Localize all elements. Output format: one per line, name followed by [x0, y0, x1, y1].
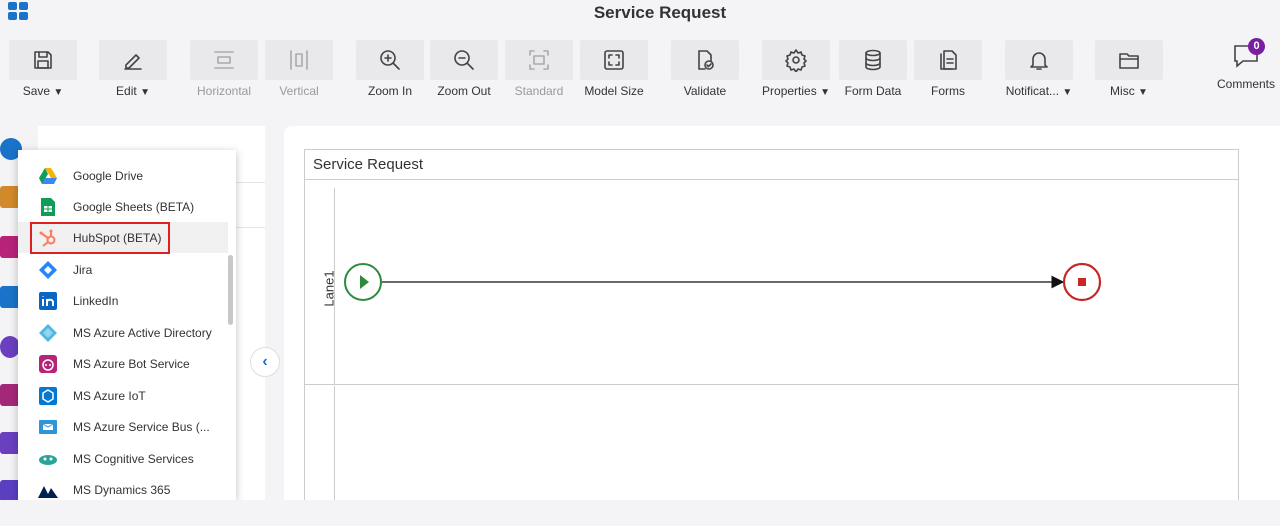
properties-label: Properties: [762, 84, 817, 98]
dropdown-item-label: Google Sheets (BETA): [73, 199, 195, 214]
misc-button[interactable]: Misc ▼: [1094, 40, 1164, 104]
dropdown-scrollbar[interactable]: [228, 255, 233, 325]
pool: Service Request Lane1: [304, 149, 1239, 509]
collapse-panel-button[interactable]: ‹: [250, 347, 280, 377]
dropdown-item-label: MS Dynamics 365: [73, 482, 171, 497]
save-label: Save: [22, 84, 51, 98]
comments-count-badge: 0: [1248, 38, 1265, 55]
standard-size-icon: [529, 50, 549, 70]
notifications-label: Notificat...: [1005, 84, 1060, 98]
chat-icon[interactable]: [0, 432, 20, 454]
horizontal-label: Horizontal: [196, 84, 252, 98]
horizontal-button[interactable]: Horizontal: [189, 40, 259, 104]
dropdown-item-label: MS Azure IoT: [73, 388, 146, 403]
gear-icon: [785, 49, 807, 72]
azure-ad-icon: [38, 323, 58, 343]
bell-icon: [1030, 52, 1048, 70]
validate-button[interactable]: Validate: [670, 40, 740, 104]
misc-label: Misc: [1110, 84, 1135, 98]
zoom-out-label: Zoom Out: [437, 84, 491, 98]
jira-icon: [38, 260, 58, 280]
chevron-down-icon: ▼: [820, 87, 830, 98]
form-data-label: Form Data: [844, 84, 902, 98]
validate-label: Validate: [683, 84, 727, 98]
save-button[interactable]: Save ▼: [8, 40, 78, 104]
model-size-label: Model Size: [584, 84, 644, 98]
tool-icon[interactable]: [0, 236, 20, 258]
dropdown-item-label: MS Azure Service Bus (...: [73, 419, 210, 434]
pencil-icon: [124, 54, 142, 70]
dropdown-item-label: MS Azure Active Directory: [73, 325, 212, 340]
notifications-button[interactable]: Notificat... ▼: [1002, 40, 1076, 104]
google-sheets-icon: [38, 197, 58, 217]
dropdown-item-label: MS Cognitive Services: [73, 451, 194, 466]
fit-screen-icon: [604, 50, 624, 70]
star-icon[interactable]: [0, 186, 20, 208]
chevron-down-icon: ▼: [140, 87, 150, 98]
connector-dropdown: Google Drive Google Sheets (BETA) HubSpo…: [18, 150, 236, 500]
dropdown-item-linkedin[interactable]: LinkedIn: [18, 285, 228, 316]
linkedin-icon: [38, 291, 58, 311]
dropdown-item-azure-bot[interactable]: MS Azure Bot Service: [18, 348, 228, 379]
edit-button[interactable]: Edit ▼: [98, 40, 168, 104]
azure-iot-icon: [38, 386, 58, 406]
horizontal-layout-icon: [214, 51, 234, 69]
database-icon: [865, 49, 881, 71]
dropdown-item-label: Jira: [73, 262, 93, 277]
document-icon[interactable]: [0, 384, 20, 406]
dropdown-item-azure-iot[interactable]: MS Azure IoT: [18, 380, 228, 411]
toolbar: Save ▼ Edit ▼ Horizontal Vertical Zoom I…: [0, 30, 1280, 104]
dropdown-item-google-drive[interactable]: Google Drive: [18, 160, 228, 191]
google-drive-icon: [38, 166, 58, 186]
folder-icon: [1119, 53, 1139, 69]
dropdown-item-azure-service-bus[interactable]: MS Azure Service Bus (...: [18, 411, 228, 442]
forms-label: Forms: [931, 84, 965, 98]
dropdown-item-label: LinkedIn: [73, 293, 119, 308]
dropdown-item-google-sheets[interactable]: Google Sheets (BETA): [18, 191, 228, 222]
zoom-in-button[interactable]: Zoom In: [355, 40, 425, 104]
forms-icon: [940, 50, 957, 70]
forms-button[interactable]: Forms: [913, 40, 983, 104]
zoom-out-button[interactable]: Zoom Out: [429, 40, 499, 104]
azure-bot-icon: [38, 354, 58, 374]
zoom-out-icon: [454, 50, 474, 70]
chevron-left-icon: ‹: [262, 353, 268, 370]
dropdown-item-jira[interactable]: Jira: [18, 254, 228, 285]
vertical-label: Vertical: [279, 84, 319, 98]
dynamics-365-icon: [38, 480, 58, 500]
zoom-in-icon: [380, 50, 400, 70]
validate-icon: [698, 50, 714, 70]
zoom-in-label: Zoom In: [367, 84, 412, 98]
vertical-button[interactable]: Vertical: [264, 40, 334, 104]
dropdown-item-azure-ad[interactable]: MS Azure Active Directory: [18, 317, 228, 348]
edit-label: Edit: [116, 84, 137, 98]
model-size-button[interactable]: Model Size: [579, 40, 649, 104]
chevron-down-icon: ▼: [53, 87, 64, 98]
stop-icon: [1078, 278, 1086, 286]
standard-label: Standard: [514, 84, 564, 98]
page-title: Service Request: [593, 3, 727, 22]
bottom-bar: [0, 500, 1280, 526]
comments-label: Comments: [1216, 77, 1275, 91]
vertical-layout-icon: [290, 50, 308, 70]
clipboard-icon[interactable]: [0, 286, 20, 308]
chevron-down-icon: ▼: [1138, 87, 1148, 98]
circle-tool-icon[interactable]: [0, 336, 20, 358]
chevron-down-icon: ▼: [1062, 87, 1073, 98]
form-data-button[interactable]: Form Data: [838, 40, 908, 104]
dropdown-item-label: MS Azure Bot Service: [73, 356, 190, 371]
properties-button[interactable]: Properties ▼: [760, 40, 832, 104]
bracket-icon[interactable]: [0, 480, 20, 502]
save-icon: [34, 51, 52, 69]
comments-button[interactable]: 0 Comments: [1212, 38, 1280, 91]
highlight-box: [30, 222, 170, 254]
cognitive-services-icon: [38, 449, 58, 469]
dropdown-item-dynamics-365[interactable]: MS Dynamics 365: [18, 474, 228, 500]
standard-button[interactable]: Standard: [504, 40, 574, 104]
dropdown-item-label: Google Drive: [73, 168, 144, 183]
dropdown-item-cognitive-services[interactable]: MS Cognitive Services: [18, 443, 228, 474]
top-bar: Service Request: [0, 0, 1280, 26]
diagram-svg: [344, 262, 1102, 302]
azure-service-bus-icon: [38, 417, 58, 437]
